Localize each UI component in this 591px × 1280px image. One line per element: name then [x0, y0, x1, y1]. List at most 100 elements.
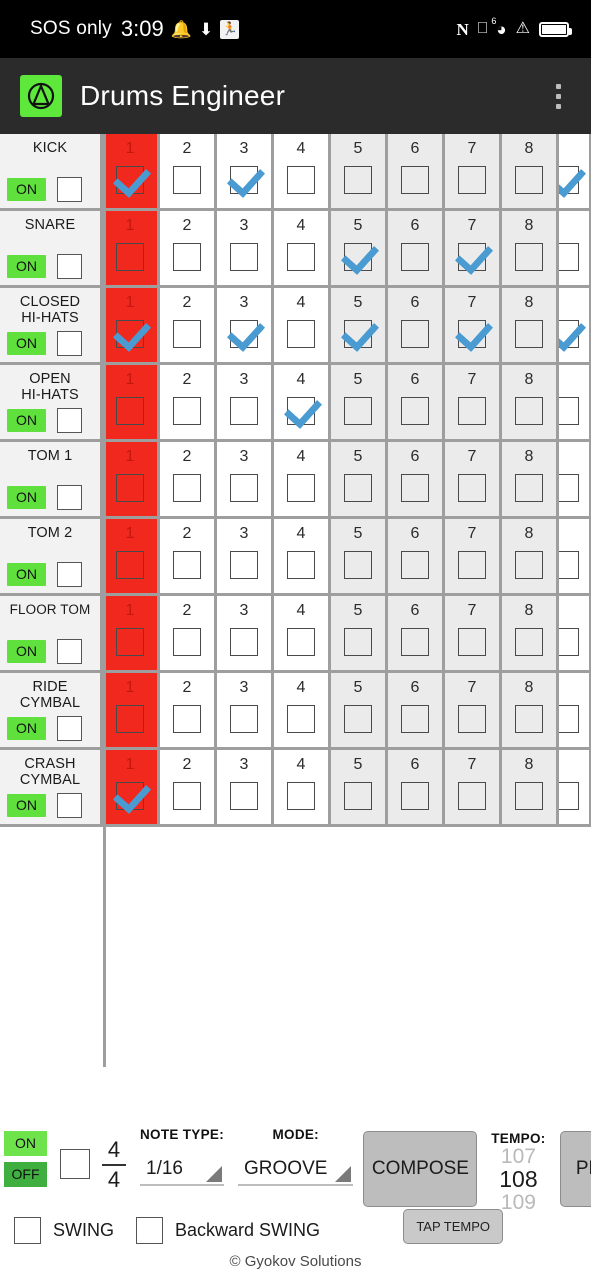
step-cell[interactable]: 8: [502, 442, 559, 516]
step-checkbox[interactable]: [287, 782, 315, 810]
step-cell[interactable]: 3: [217, 442, 274, 516]
step-checkbox[interactable]: [287, 320, 315, 348]
drum-mute-checkbox[interactable]: [57, 639, 82, 664]
step-checkbox[interactable]: [173, 474, 201, 502]
step-cell[interactable]: 8: [502, 134, 559, 208]
step-checkbox[interactable]: [344, 474, 372, 502]
step-checkbox[interactable]: [344, 320, 372, 348]
step-checkbox[interactable]: [173, 551, 201, 579]
drum-mute-checkbox[interactable]: [57, 485, 82, 510]
step-cell[interactable]: 6: [388, 596, 445, 670]
step-cell[interactable]: 6: [388, 134, 445, 208]
step-checkbox[interactable]: [344, 166, 372, 194]
step-cell[interactable]: 9: [559, 596, 591, 670]
backward-swing-checkbox[interactable]: [136, 1216, 163, 1244]
drum-on-button[interactable]: ON: [7, 563, 46, 586]
step-checkbox[interactable]: [287, 243, 315, 271]
step-checkbox[interactable]: [116, 243, 144, 271]
step-cell[interactable]: 1: [103, 365, 160, 439]
step-cell[interactable]: 7: [445, 365, 502, 439]
step-cell[interactable]: 7: [445, 519, 502, 593]
step-checkbox[interactable]: [173, 166, 201, 194]
step-cell[interactable]: 7: [445, 596, 502, 670]
step-cell[interactable]: 8: [502, 750, 559, 824]
step-checkbox[interactable]: [344, 243, 372, 271]
mode-spinner[interactable]: GROOVE: [238, 1154, 354, 1186]
step-checkbox[interactable]: [287, 166, 315, 194]
step-cell[interactable]: 1: [103, 288, 160, 362]
step-checkbox[interactable]: [401, 397, 429, 425]
step-cell[interactable]: 9: [559, 519, 591, 593]
step-checkbox[interactable]: [287, 397, 315, 425]
step-cell[interactable]: 1: [103, 519, 160, 593]
step-cell[interactable]: 3: [217, 673, 274, 747]
step-checkbox[interactable]: [344, 628, 372, 656]
step-checkbox[interactable]: [116, 551, 144, 579]
step-checkbox[interactable]: [287, 474, 315, 502]
drum-on-button[interactable]: ON: [7, 486, 46, 509]
step-checkbox[interactable]: [559, 628, 579, 656]
step-checkbox[interactable]: [458, 243, 486, 271]
step-cell[interactable]: 2: [160, 365, 217, 439]
step-cell[interactable]: 4: [274, 519, 331, 593]
step-cell[interactable]: 9: [559, 288, 591, 362]
drum-on-button[interactable]: ON: [7, 640, 46, 663]
step-checkbox[interactable]: [515, 628, 543, 656]
step-checkbox[interactable]: [515, 705, 543, 733]
step-cell[interactable]: 7: [445, 673, 502, 747]
drum-on-button[interactable]: ON: [7, 178, 46, 201]
step-cell[interactable]: 7: [445, 211, 502, 285]
step-checkbox[interactable]: [458, 628, 486, 656]
step-cell[interactable]: 1: [103, 596, 160, 670]
step-checkbox[interactable]: [230, 166, 258, 194]
step-checkbox[interactable]: [230, 243, 258, 271]
step-cell[interactable]: 5: [331, 134, 388, 208]
drum-mute-checkbox[interactable]: [57, 716, 82, 741]
step-checkbox[interactable]: [116, 397, 144, 425]
step-checkbox[interactable]: [173, 705, 201, 733]
step-checkbox[interactable]: [559, 705, 579, 733]
step-cell[interactable]: 4: [274, 750, 331, 824]
step-cell[interactable]: 1: [103, 442, 160, 516]
step-checkbox[interactable]: [344, 397, 372, 425]
drum-on-button[interactable]: ON: [7, 717, 46, 740]
tap-tempo-button[interactable]: TAP TEMPO: [403, 1209, 503, 1244]
step-cell[interactable]: 3: [217, 750, 274, 824]
drum-mute-checkbox[interactable]: [57, 254, 82, 279]
step-checkbox[interactable]: [401, 551, 429, 579]
master-off-button[interactable]: OFF: [4, 1162, 47, 1187]
step-cell[interactable]: 9: [559, 134, 591, 208]
master-on-button[interactable]: ON: [4, 1131, 47, 1156]
step-checkbox[interactable]: [173, 782, 201, 810]
master-onoff-toggle[interactable]: ON OFF: [4, 1131, 47, 1187]
step-checkbox[interactable]: [515, 474, 543, 502]
step-checkbox[interactable]: [230, 551, 258, 579]
step-checkbox[interactable]: [344, 705, 372, 733]
step-checkbox[interactable]: [559, 166, 579, 194]
step-cell[interactable]: 5: [331, 442, 388, 516]
drum-mute-checkbox[interactable]: [57, 331, 82, 356]
step-cell[interactable]: 2: [160, 596, 217, 670]
step-cell[interactable]: 4: [274, 365, 331, 439]
step-cell[interactable]: 8: [502, 365, 559, 439]
step-checkbox[interactable]: [401, 243, 429, 271]
step-checkbox[interactable]: [116, 628, 144, 656]
step-checkbox[interactable]: [401, 320, 429, 348]
step-checkbox[interactable]: [173, 628, 201, 656]
drum-mute-checkbox[interactable]: [57, 408, 82, 433]
drum-mute-checkbox[interactable]: [57, 562, 82, 587]
step-checkbox[interactable]: [559, 782, 579, 810]
step-cell[interactable]: 4: [274, 596, 331, 670]
drum-on-button[interactable]: ON: [7, 255, 46, 278]
step-cell[interactable]: 9: [559, 442, 591, 516]
step-checkbox[interactable]: [515, 782, 543, 810]
step-checkbox[interactable]: [458, 782, 486, 810]
step-checkbox[interactable]: [116, 705, 144, 733]
step-checkbox[interactable]: [515, 243, 543, 271]
swing-checkbox[interactable]: [14, 1216, 41, 1244]
step-cell[interactable]: 6: [388, 211, 445, 285]
step-cell[interactable]: 4: [274, 288, 331, 362]
step-checkbox[interactable]: [401, 628, 429, 656]
step-cell[interactable]: 2: [160, 673, 217, 747]
step-checkbox[interactable]: [515, 551, 543, 579]
